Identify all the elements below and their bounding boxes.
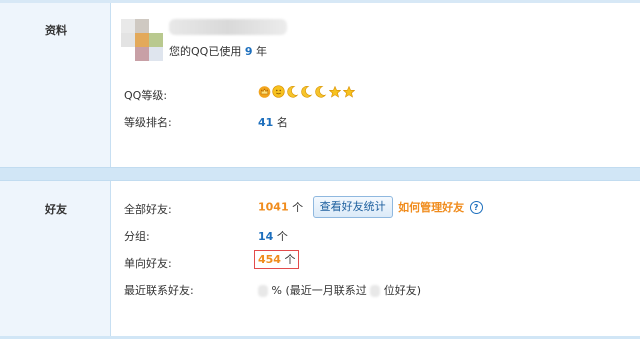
- moon-icon: [286, 85, 299, 98]
- all-friends-row: 全部好友:: [124, 201, 172, 217]
- friends-label-column: 好友: [0, 181, 111, 336]
- section-divider: [0, 167, 640, 181]
- groups-value-group: 14 个: [258, 228, 288, 244]
- moon-icon: [300, 85, 313, 98]
- star-icon: [342, 85, 355, 98]
- profile-section-title: 资料: [45, 24, 67, 37]
- nickname-blurred: [169, 19, 287, 35]
- recent-count-blurred: [370, 285, 381, 297]
- help-icon[interactable]: ?: [469, 200, 483, 214]
- recent-contacts-label: 最近联系好友:: [124, 284, 194, 297]
- moon-icon: [314, 85, 327, 98]
- qq-years-value: 9: [244, 45, 253, 58]
- avatar[interactable]: [121, 19, 163, 61]
- level-label: QQ等级:: [124, 89, 168, 102]
- recent-text-a: % (最近一月联系过: [271, 284, 367, 297]
- friends-section-title: 好友: [45, 203, 67, 216]
- qq-years-prefix: 您的QQ已使用: [169, 45, 242, 58]
- profile-section: 资料 您的QQ已使用 9 年 QQ等级: 等级排名: 41 名: [0, 3, 640, 167]
- profile-label-column: 资料: [0, 3, 111, 167]
- rank-row: 等级排名:: [124, 114, 172, 130]
- recent-contacts-row: 最近联系好友:: [124, 282, 194, 298]
- qq-years-suffix: 年: [255, 45, 267, 58]
- oneway-friends-row: 单向好友:: [124, 255, 172, 271]
- sun-icon: [272, 85, 285, 98]
- all-friends-label: 全部好友:: [124, 203, 172, 216]
- profile-content: 您的QQ已使用 9 年 QQ等级: 等级排名: 41 名: [111, 3, 640, 167]
- oneway-highlight-box: 454 个: [254, 250, 300, 269]
- level-row: QQ等级:: [124, 87, 167, 103]
- oneway-friends-value: 454: [258, 253, 281, 266]
- rank-label: 等级排名:: [124, 116, 172, 129]
- star-icon: [328, 85, 341, 98]
- recent-text-b: 位好友): [383, 284, 422, 297]
- recent-contacts-value-group: % (最近一月联系过 位好友): [258, 282, 421, 298]
- oneway-friends-value-group: 454 个: [254, 250, 300, 269]
- groups-label: 分组:: [124, 230, 150, 243]
- groups-row: 分组:: [124, 228, 150, 244]
- rank-unit: 名: [276, 116, 288, 129]
- oneway-friends-label: 单向好友:: [124, 257, 172, 270]
- all-friends-unit: 个: [292, 201, 304, 214]
- qq-years-text: 您的QQ已使用 9 年: [169, 43, 267, 59]
- groups-unit: 个: [276, 230, 288, 243]
- crown-icon: [258, 85, 271, 98]
- rank-value: 41: [258, 116, 274, 129]
- all-friends-value-group: 1041 个 查看好友统计 如何管理好友 ?: [258, 196, 483, 218]
- all-friends-value: 1041: [258, 200, 289, 214]
- recent-percent-blurred: [258, 285, 268, 297]
- view-friend-stats-button[interactable]: 查看好友统计: [312, 196, 393, 218]
- level-icons[interactable]: [258, 85, 355, 98]
- manage-friends-link[interactable]: 如何管理好友: [398, 201, 464, 214]
- groups-value: 14: [258, 230, 274, 243]
- friends-content: 全部好友: 1041 个 查看好友统计 如何管理好友 ? 分组: 14 个 单向…: [111, 181, 640, 336]
- rank-value-group: 41 名: [258, 114, 288, 130]
- oneway-friends-unit: 个: [284, 253, 296, 266]
- friends-section: 好友 全部好友: 1041 个 查看好友统计 如何管理好友 ? 分组: 14 个…: [0, 181, 640, 336]
